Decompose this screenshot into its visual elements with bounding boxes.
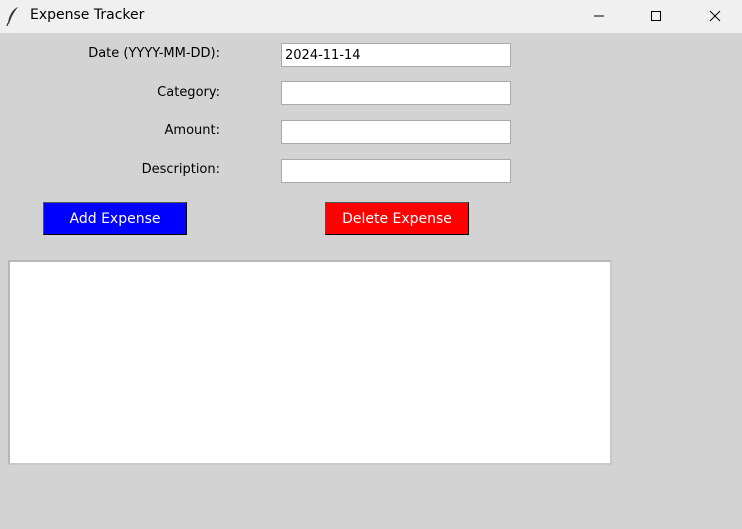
delete-expense-button[interactable]: Delete Expense: [325, 202, 469, 235]
minimize-icon: [593, 7, 605, 26]
minimize-button[interactable]: [570, 0, 628, 33]
feather-icon: [6, 6, 20, 27]
amount-label: Amount:: [164, 123, 220, 138]
date-input[interactable]: [281, 43, 511, 67]
close-button[interactable]: [686, 0, 742, 33]
title-bar[interactable]: Expense Tracker: [0, 0, 742, 33]
app-window: Expense Tracker Date (YYYY-MM-DD): Categ…: [0, 0, 742, 529]
category-label: Category:: [157, 85, 220, 100]
maximize-icon: [650, 7, 662, 26]
category-input[interactable]: [281, 81, 511, 105]
window-title: Expense Tracker: [30, 7, 145, 23]
close-icon: [709, 7, 721, 26]
expense-listbox[interactable]: [8, 260, 612, 465]
add-expense-button[interactable]: Add Expense: [43, 202, 187, 235]
maximize-button[interactable]: [627, 0, 685, 33]
description-input[interactable]: [281, 159, 511, 183]
description-label: Description:: [141, 162, 220, 177]
date-label: Date (YYYY-MM-DD):: [88, 46, 220, 61]
amount-input[interactable]: [281, 120, 511, 144]
